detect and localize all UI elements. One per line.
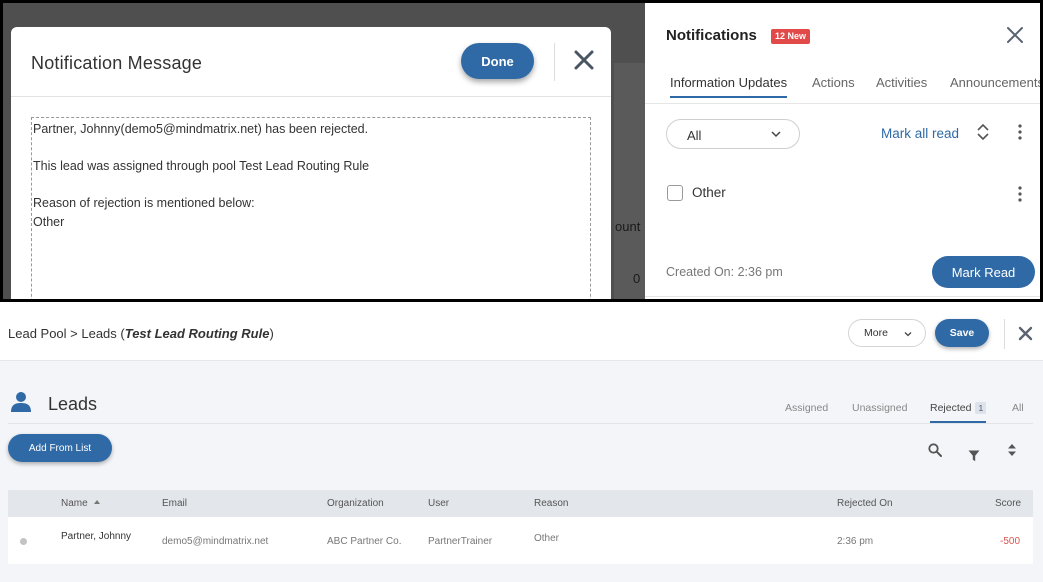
cell-organization: ABC Partner Co. xyxy=(327,536,402,547)
save-button[interactable]: Save xyxy=(935,319,989,347)
breadcrumb-close-paren: ) xyxy=(269,326,274,341)
cell-email: demo5@mindmatrix.net xyxy=(162,536,269,547)
column-score[interactable]: Score xyxy=(995,498,1021,509)
background-strip xyxy=(614,63,645,299)
column-organization[interactable]: Organization xyxy=(327,498,384,509)
breadcrumb-rule: Test Lead Routing Rule xyxy=(124,326,270,341)
close-icon[interactable] xyxy=(1018,326,1033,341)
table-row[interactable]: Partner, Johnny demo5@mindmatrix.net ABC… xyxy=(8,517,1033,564)
column-rejected-on[interactable]: Rejected On xyxy=(837,498,893,509)
notification-filter-select[interactable]: All xyxy=(666,119,800,149)
tab-all[interactable]: All xyxy=(1012,402,1024,421)
column-email[interactable]: Email xyxy=(162,498,187,509)
column-reason[interactable]: Reason xyxy=(534,498,568,509)
close-icon[interactable] xyxy=(1005,25,1025,45)
message-line: Partner, Johnny(demo5@mindmatrix.net) ha… xyxy=(33,122,369,136)
tab-unassigned[interactable]: Unassigned xyxy=(852,402,907,421)
more-vertical-icon[interactable] xyxy=(1017,123,1023,141)
item-divider xyxy=(645,296,1040,297)
mark-all-read-link[interactable]: Mark all read xyxy=(881,126,959,141)
rejected-count-badge: 1 xyxy=(975,402,987,414)
new-count-badge: 12 New xyxy=(771,29,811,44)
sort-icon[interactable] xyxy=(976,123,990,141)
status-dot xyxy=(20,538,27,545)
close-icon[interactable] xyxy=(571,47,597,73)
cell-score: -500 xyxy=(1000,536,1021,547)
header-divider xyxy=(554,43,555,81)
modal-title: Notification Message xyxy=(31,53,203,73)
column-name-label: Name xyxy=(61,498,88,509)
notification-message-modal: Notification Message Done Partner, Johnn… xyxy=(11,27,611,299)
mark-read-button[interactable]: Mark Read xyxy=(932,256,1035,288)
notification-screenshot-frame: ount 0 Notification Message Done Partner… xyxy=(0,0,1043,302)
tab-assigned[interactable]: Assigned xyxy=(785,402,828,421)
tab-rejected[interactable]: Rejected 1 xyxy=(930,402,987,423)
table-header: Name Email Organization User Reason Reje… xyxy=(8,490,1033,517)
cell-name[interactable]: Partner, Johnny xyxy=(61,531,131,542)
search-icon[interactable] xyxy=(928,443,942,457)
cell-user: PartnerTrainer xyxy=(428,536,493,547)
column-user[interactable]: User xyxy=(428,498,449,509)
done-button[interactable]: Done xyxy=(461,43,534,79)
notifications-panel: Notifications 12 New Information Updates… xyxy=(645,3,1040,299)
tabs-divider xyxy=(645,103,1040,104)
more-dropdown[interactable]: More xyxy=(848,319,926,347)
chevron-down-icon xyxy=(771,131,781,138)
background-zero-fragment: 0 xyxy=(633,271,641,286)
notification-item-label: Other xyxy=(692,185,726,200)
tab-rejected-label: Rejected xyxy=(930,402,972,414)
header-divider xyxy=(1004,319,1005,349)
page-header: Lead Pool > Leads (Test Lead Routing Rul… xyxy=(0,305,1043,361)
column-name[interactable]: Name xyxy=(61,498,100,509)
chevron-down-icon xyxy=(904,332,912,337)
tab-announcements[interactable]: Announcements xyxy=(950,75,1040,96)
created-on-text: Created On: 2:36 pm xyxy=(666,265,783,279)
background-text-fragment: ount xyxy=(615,219,641,234)
sort-ascending-icon xyxy=(93,500,100,504)
message-body: Partner, Johnny(demo5@mindmatrix.net) ha… xyxy=(31,117,591,299)
cell-reason: Other xyxy=(534,533,560,544)
cell-rejected-on: 2:36 pm xyxy=(837,536,874,547)
add-from-list-button[interactable]: Add From List xyxy=(8,434,112,462)
modal-header: Notification Message Done xyxy=(11,27,611,97)
notification-tabs: Information Updates Actions Activities A… xyxy=(666,75,1040,103)
tab-activities[interactable]: Activities xyxy=(876,75,927,96)
message-line: Other xyxy=(33,215,65,229)
breadcrumb-path[interactable]: Lead Pool > Leads ( xyxy=(8,326,125,341)
tabs-divider xyxy=(8,423,1033,424)
tab-actions[interactable]: Actions xyxy=(812,75,855,96)
message-line: Reason of rejection is mentioned below: xyxy=(33,196,255,210)
notification-checkbox[interactable] xyxy=(667,185,683,201)
sort-icon[interactable] xyxy=(1007,443,1017,457)
more-label: More xyxy=(864,327,888,339)
message-line: This lead was assigned through pool Test… xyxy=(33,159,370,173)
notifications-title: Notifications xyxy=(666,27,757,44)
filter-icon[interactable] xyxy=(968,450,980,462)
more-vertical-icon[interactable] xyxy=(1017,185,1023,203)
breadcrumb: Lead Pool > Leads (Test Lead Routing Rul… xyxy=(8,326,274,341)
tab-information-updates[interactable]: Information Updates xyxy=(670,75,788,98)
lead-pool-screen: Lead Pool > Leads (Test Lead Routing Rul… xyxy=(0,305,1043,582)
filter-value: All xyxy=(687,128,702,143)
